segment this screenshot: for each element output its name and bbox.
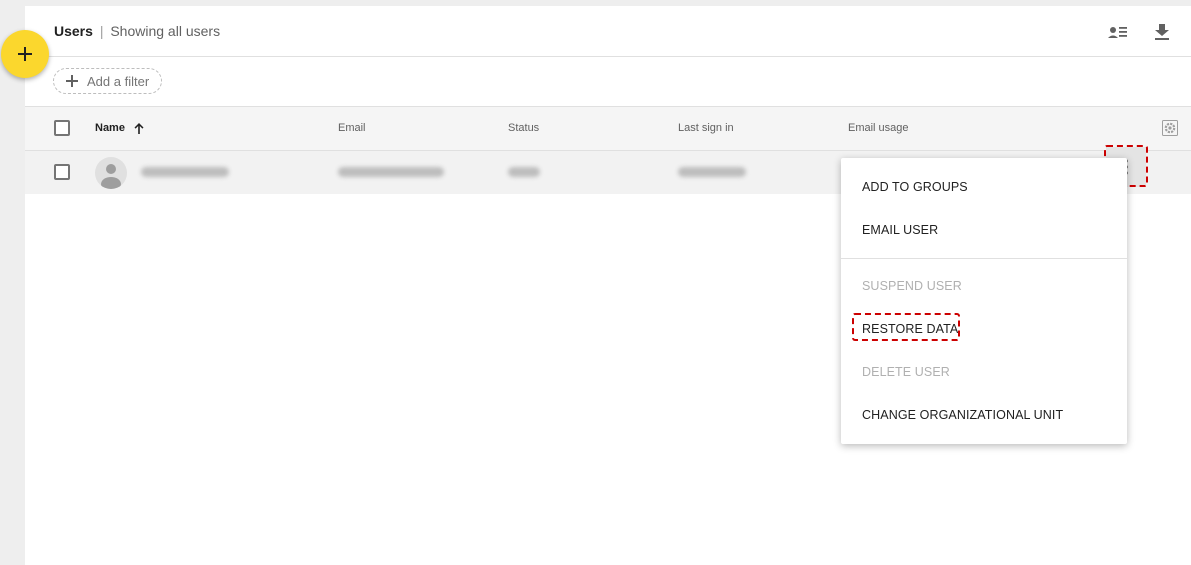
add-filter-label: Add a filter: [87, 73, 150, 89]
user-list-icon[interactable]: [1107, 22, 1129, 42]
arrow-up-icon: [134, 122, 144, 134]
row-checkbox[interactable]: [54, 164, 70, 180]
column-name[interactable]: Name: [95, 122, 144, 134]
column-email-usage[interactable]: Email usage: [848, 122, 909, 134]
select-all-checkbox[interactable]: [54, 120, 70, 136]
row-action-menu: ADD TO GROUPS EMAIL USER SUSPEND USER RE…: [841, 158, 1127, 444]
avatar: [95, 157, 127, 189]
menu-item-delete-user: DELETE USER: [862, 365, 950, 379]
title-subtitle: Showing all users: [110, 23, 221, 39]
menu-divider: [841, 258, 1127, 259]
column-name-label: Name: [95, 122, 125, 134]
menu-item-change-org-unit[interactable]: CHANGE ORGANIZATIONAL UNIT: [862, 408, 1063, 422]
user-name-obscured: [141, 167, 229, 177]
page-title: Users | Showing all users: [54, 23, 220, 39]
filter-bar: Add a filter: [25, 57, 1191, 107]
column-status[interactable]: Status: [508, 122, 539, 134]
plus-icon: [66, 75, 78, 87]
column-last-sign-in[interactable]: Last sign in: [678, 122, 734, 134]
user-status-obscured: [508, 167, 540, 177]
restore-highlight-outline: [852, 313, 960, 341]
menu-item-email-user[interactable]: EMAIL USER: [862, 223, 938, 237]
user-email-obscured: [338, 167, 444, 177]
add-filter-button[interactable]: Add a filter: [53, 68, 162, 94]
menu-item-add-to-groups[interactable]: ADD TO GROUPS: [862, 180, 968, 194]
download-icon[interactable]: [1151, 22, 1173, 42]
panel-header: Users | Showing all users: [25, 6, 1191, 57]
title-separator: |: [99, 23, 104, 39]
user-last-sign-in-obscured: [678, 167, 746, 177]
title-users: Users: [54, 23, 93, 39]
add-user-button[interactable]: [1, 30, 49, 78]
plus-icon: [18, 47, 32, 61]
menu-item-suspend-user: SUSPEND USER: [862, 279, 962, 293]
gear-icon[interactable]: [1162, 120, 1178, 136]
table-header: Name Email Status Last sign in Email usa…: [25, 107, 1191, 151]
column-email[interactable]: Email: [338, 122, 366, 134]
